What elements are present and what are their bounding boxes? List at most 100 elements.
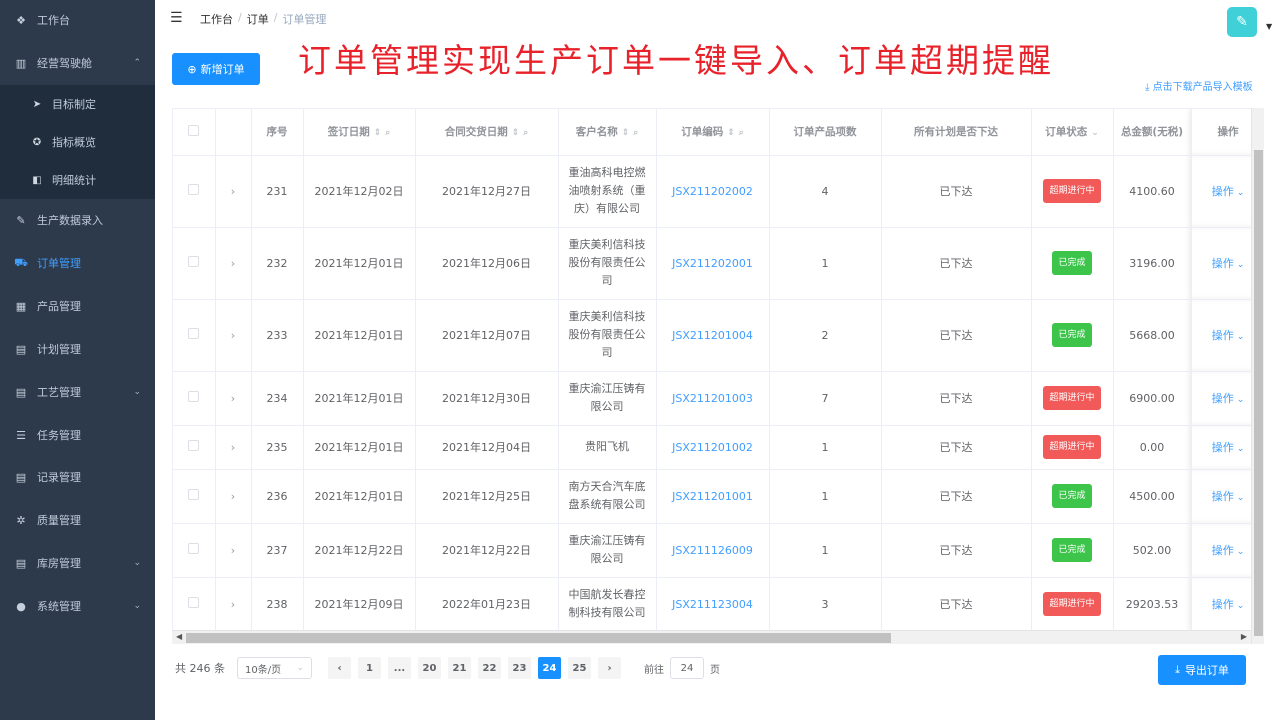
page-button[interactable]: 25 <box>568 657 591 679</box>
scroll-right-arrow-icon[interactable]: ▶ <box>1241 632 1247 641</box>
chevron-right-icon[interactable]: › <box>231 329 235 342</box>
row-checkbox[interactable] <box>188 328 200 339</box>
table-row[interactable]: › 233 2021年12月01日 2021年12月07日 重庆美利信科技股份有限责任公… <box>173 299 1263 372</box>
cell-order-code[interactable]: JSX211202002 <box>656 155 770 228</box>
breadcrumb-workbench[interactable]: 工作台 <box>200 11 233 27</box>
cell-order-code[interactable]: JSX211126009 <box>656 523 770 578</box>
row-expand-cell[interactable]: › <box>215 425 252 470</box>
sidebar-item[interactable]: ✎ 生产数据录入 <box>0 200 155 240</box>
sidebar-item[interactable]: ⛟ 订单管理 <box>0 243 155 283</box>
search-icon[interactable]: ⌕ <box>739 128 744 138</box>
chevron-right-icon[interactable]: › <box>231 257 235 270</box>
sort-icon[interactable]: ⇕ <box>727 128 735 138</box>
search-icon[interactable]: ⌕ <box>633 128 638 138</box>
scroll-left-arrow-icon[interactable]: ◀ <box>176 632 182 641</box>
horizontal-scrollbar-thumb[interactable] <box>186 633 891 643</box>
avatar[interactable]: ✎ <box>1227 7 1257 37</box>
search-icon[interactable]: ⌕ <box>523 128 528 138</box>
sidebar-item[interactable]: ✲ 质量管理 <box>0 500 155 540</box>
table-row[interactable]: › 231 2021年12月02日 2021年12月27日 重油高科电控燃油喷射系统（重… <box>173 155 1263 228</box>
actions-dropdown[interactable]: 操作 ⌄ <box>1212 490 1245 503</box>
page-ellipsis[interactable]: ... <box>388 657 411 679</box>
vertical-scrollbar[interactable] <box>1251 108 1264 644</box>
sidebar-sub-item[interactable]: ◧ 明细统计 <box>0 161 155 199</box>
sidebar-sub-item[interactable]: ➤ 目标制定 <box>0 85 155 123</box>
page-button[interactable]: 24 <box>538 657 561 679</box>
row-expand-cell[interactable]: › <box>215 155 252 228</box>
table-row[interactable]: › 235 2021年12月01日 2021年12月04日 贵阳飞机 JSX2112010… <box>173 425 1263 470</box>
row-select-cell[interactable] <box>173 425 216 470</box>
row-expand-cell[interactable]: › <box>215 469 252 524</box>
chevron-right-icon[interactable]: › <box>231 544 235 557</box>
row-expand-cell[interactable]: › <box>215 371 252 426</box>
row-select-cell[interactable] <box>173 577 216 632</box>
row-select-cell[interactable] <box>173 299 216 372</box>
row-expand-cell[interactable]: › <box>215 227 252 300</box>
row-checkbox[interactable] <box>188 489 200 500</box>
row-expand-cell[interactable]: › <box>215 299 252 372</box>
vertical-scrollbar-thumb[interactable] <box>1254 150 1263 636</box>
row-expand-cell[interactable]: › <box>215 577 252 632</box>
sidebar-item[interactable]: ▤ 计划管理 <box>0 329 155 369</box>
row-select-cell[interactable] <box>173 155 216 228</box>
cell-order-code[interactable]: JSX211202001 <box>656 227 770 300</box>
actions-dropdown[interactable]: 操作 ⌄ <box>1212 329 1245 342</box>
page-size-select[interactable]: 10条/页 ⌄ <box>237 657 312 679</box>
cell-order-code[interactable]: JSX211201004 <box>656 299 770 372</box>
actions-dropdown[interactable]: 操作 ⌄ <box>1212 257 1245 270</box>
goto-page-input[interactable]: 24 <box>670 657 704 679</box>
row-select-cell[interactable] <box>173 371 216 426</box>
page-button[interactable]: 20 <box>418 657 441 679</box>
chevron-right-icon[interactable]: › <box>231 490 235 503</box>
cell-order-code[interactable]: JSX211201001 <box>656 469 770 524</box>
page-button[interactable]: 22 <box>478 657 501 679</box>
select-all-checkbox[interactable] <box>188 124 200 136</box>
sort-icon[interactable]: ⇕ <box>622 128 630 138</box>
prev-page-button[interactable]: ‹ <box>328 657 351 679</box>
hamburger-menu-icon[interactable]: ☰ <box>170 10 183 26</box>
chevron-right-icon[interactable]: › <box>231 185 235 198</box>
table-row[interactable]: › 232 2021年12月01日 2021年12月06日 重庆美利信科技股份有限责任公… <box>173 227 1263 300</box>
cell-order-code[interactable]: JSX211201002 <box>656 425 770 470</box>
caret-down-icon[interactable]: ▼ <box>1266 22 1272 31</box>
search-icon[interactable]: ⌕ <box>385 128 390 138</box>
download-template-link[interactable]: ⤓ 点击下载产品导入模板 <box>1145 78 1253 93</box>
column-header-customer[interactable]: 客户名称 ⇕ ⌕ <box>558 109 657 156</box>
page-button[interactable]: 1 <box>358 657 381 679</box>
sidebar-item[interactable]: ● 系统管理 ⌄ <box>0 586 155 626</box>
select-all-cell[interactable] <box>173 109 216 156</box>
row-checkbox[interactable] <box>188 184 200 195</box>
sidebar-item[interactable]: ▥ 经营驾驶舱 ⌃ <box>0 43 155 83</box>
sidebar-item[interactable]: ▤ 记录管理 <box>0 457 155 497</box>
export-orders-button[interactable]: ⤓ 导出订单 <box>1158 655 1246 685</box>
page-button[interactable]: 23 <box>508 657 531 679</box>
breadcrumb-order[interactable]: 订单 <box>247 11 269 27</box>
row-expand-cell[interactable]: › <box>215 523 252 578</box>
table-row[interactable]: › 238 2021年12月09日 2022年01月23日 中国航发长春控制科技有限公司… <box>173 577 1263 632</box>
actions-dropdown[interactable]: 操作 ⌄ <box>1212 392 1245 405</box>
table-row[interactable]: › 236 2021年12月01日 2021年12月25日 南方天合汽车底盘系统有限公司… <box>173 469 1263 524</box>
row-select-cell[interactable] <box>173 469 216 524</box>
actions-dropdown[interactable]: 操作 ⌄ <box>1212 544 1245 557</box>
horizontal-scrollbar[interactable]: ◀ ▶ <box>172 630 1251 644</box>
actions-dropdown[interactable]: 操作 ⌄ <box>1212 598 1245 611</box>
actions-dropdown[interactable]: 操作 ⌄ <box>1212 185 1245 198</box>
page-button[interactable]: 21 <box>448 657 471 679</box>
sidebar-item[interactable]: ❖ 工作台 <box>0 0 155 40</box>
table-row[interactable]: › 237 2021年12月22日 2021年12月22日 重庆渝江压铸有限公司 JSX2… <box>173 523 1263 578</box>
row-checkbox[interactable] <box>188 256 200 267</box>
row-select-cell[interactable] <box>173 523 216 578</box>
sidebar-item[interactable]: ▤ 库房管理 ⌄ <box>0 543 155 583</box>
row-checkbox[interactable] <box>188 597 200 608</box>
row-checkbox[interactable] <box>188 391 200 402</box>
chevron-right-icon[interactable]: › <box>231 598 235 611</box>
row-checkbox[interactable] <box>188 440 200 451</box>
row-select-cell[interactable] <box>173 227 216 300</box>
sidebar-item[interactable]: ☰ 任务管理 <box>0 415 155 455</box>
add-order-button[interactable]: ⊕ 新增订单 <box>172 53 260 85</box>
column-header-sign-date[interactable]: 签订日期 ⇕ ⌕ <box>303 109 416 156</box>
filter-chevron-icon[interactable]: ⌄ <box>1091 128 1099 138</box>
cell-order-code[interactable]: JSX211201003 <box>656 371 770 426</box>
sidebar-sub-item[interactable]: ✪ 指标概览 <box>0 123 155 161</box>
column-header-status[interactable]: 订单状态 ⌄ <box>1031 109 1114 156</box>
